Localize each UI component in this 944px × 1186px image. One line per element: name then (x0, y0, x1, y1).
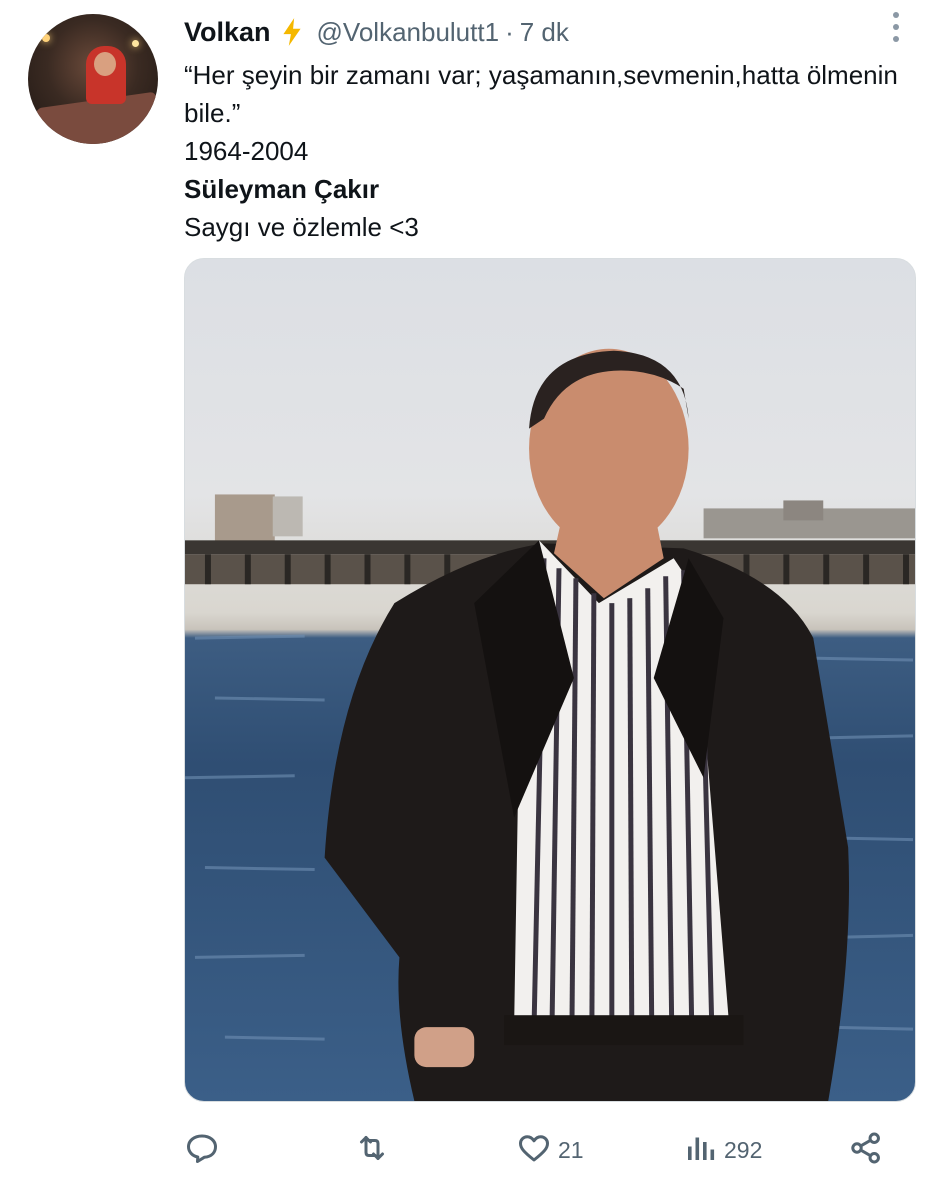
retweet-button[interactable] (354, 1128, 390, 1172)
retweet-icon (354, 1130, 390, 1171)
views-button[interactable]: 292 (682, 1128, 762, 1172)
tweet-photo[interactable] (184, 258, 916, 1102)
share-icon (848, 1130, 884, 1171)
avatar-photo-light (132, 40, 139, 47)
author-name[interactable]: Volkan (184, 17, 271, 48)
lightning-icon (279, 17, 305, 47)
tweet-header: Volkan @Volkanbulutt1 · 7 dk (184, 12, 569, 52)
share-button[interactable] (848, 1128, 884, 1172)
avatar-photo-light (42, 34, 50, 42)
heart-icon (516, 1130, 552, 1171)
avatar-photo-face (94, 52, 116, 76)
tweet-time[interactable]: 7 dk (520, 17, 569, 48)
tweet: Volkan @Volkanbulutt1 · 7 dk “Her şeyin … (0, 0, 944, 1186)
views-icon (682, 1130, 718, 1171)
reply-button[interactable] (184, 1128, 220, 1172)
more-options-icon[interactable] (886, 10, 906, 44)
photo-scene (185, 348, 915, 1101)
author-handle[interactable]: @Volkanbulutt1 (317, 17, 500, 48)
tweet-text: “Her şeyin bir zamanı var; yaşamanın,sev… (184, 56, 914, 246)
tweet-years: 1964-2004 (184, 136, 309, 166)
tweet-closing: Saygı ve özlemle <3 (184, 212, 419, 242)
views-count: 292 (724, 1136, 763, 1163)
like-button[interactable]: 21 (516, 1128, 584, 1172)
tweet-actions: 21 292 (184, 1128, 916, 1172)
tweet-person-name: Süleyman Çakır (184, 174, 380, 204)
separator-dot: · (505, 16, 514, 47)
tweet-quote: “Her şeyin bir zamanı var; yaşamanın,sev… (184, 60, 906, 128)
avatar[interactable] (28, 14, 158, 144)
like-count: 21 (558, 1136, 584, 1163)
reply-icon (184, 1130, 220, 1171)
